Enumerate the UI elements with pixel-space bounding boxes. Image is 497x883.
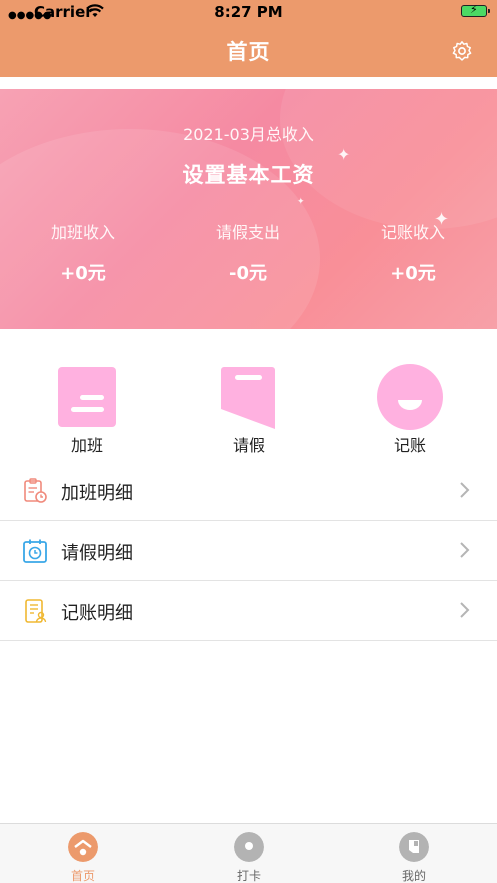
- row-label: 记账明细: [61, 603, 133, 624]
- tab-bar: 首页 打卡 我的: [0, 823, 497, 883]
- stat-value: -0元: [229, 263, 267, 284]
- leave-expense-stat: 请假支出 -0元: [165, 219, 331, 285]
- stat-value: +0元: [60, 263, 106, 284]
- tab-label: 首页: [70, 869, 95, 883]
- bookkeeping-income-stat: 记账收入 +0元: [330, 219, 496, 285]
- ledger-icon: [25, 599, 47, 623]
- stat-value: +0元: [390, 263, 436, 284]
- leave-icon: [221, 367, 275, 429]
- clock: 8:27 PM: [214, 3, 283, 21]
- bookkeeping-detail-row[interactable]: 记账明细: [0, 581, 497, 641]
- checkin-icon: [234, 832, 264, 862]
- row-label: 请假明细: [61, 543, 133, 564]
- chevron-right-icon: [460, 542, 470, 558]
- chevron-right-icon: [460, 482, 470, 498]
- bookkeeping-icon: [377, 364, 443, 430]
- clipboard-clock-icon: [24, 478, 47, 503]
- page-title: 首页: [226, 40, 271, 64]
- banner-subtitle: 2021-03月总收入: [183, 125, 314, 144]
- set-base-salary-link[interactable]: 设置基本工资: [0, 159, 497, 189]
- income-banner: ✦ ✦ ✦ 2021-03月总收入 设置基本工资 加班收入 +0元 请假支出 -…: [0, 89, 497, 329]
- overtime-income-stat: 加班收入 +0元: [0, 219, 166, 285]
- tab-checkin[interactable]: 打卡: [166, 824, 332, 883]
- tab-label: 我的: [401, 869, 426, 883]
- home-icon: [68, 832, 98, 862]
- nav-header: ●●●●● Carrier 8:27 PM ⚡ 首页: [0, 0, 497, 77]
- overtime-detail-row[interactable]: 加班明细: [0, 461, 497, 521]
- profile-icon: [399, 832, 429, 862]
- bookkeeping-label: 记账: [393, 436, 426, 455]
- battery-icon: ⚡: [461, 3, 490, 17]
- tab-profile[interactable]: 我的: [331, 824, 497, 883]
- alarm-calendar-icon: [23, 539, 47, 563]
- tab-label: 打卡: [236, 869, 261, 883]
- stat-label: 加班收入: [50, 223, 115, 242]
- overtime-label: 加班: [70, 436, 103, 455]
- tab-home[interactable]: 首页: [0, 824, 166, 883]
- leave-label: 请假: [232, 436, 265, 455]
- stat-label: 记账收入: [380, 223, 445, 242]
- chevron-right-icon: [460, 602, 470, 618]
- sparkle-icon: ✦: [297, 197, 305, 207]
- status-bar: ●●●●● Carrier 8:27 PM ⚡: [0, 0, 497, 26]
- app-root: ●●●●● Carrier 8:27 PM ⚡ 首页 ✦ ✦ ✦ 2021-03…: [0, 0, 497, 883]
- row-label: 加班明细: [61, 483, 133, 504]
- overtime-icon: [58, 367, 116, 427]
- leave-detail-row[interactable]: 请假明细: [0, 521, 497, 581]
- stat-label: 请假支出: [215, 223, 280, 242]
- gear-icon[interactable]: [451, 40, 473, 62]
